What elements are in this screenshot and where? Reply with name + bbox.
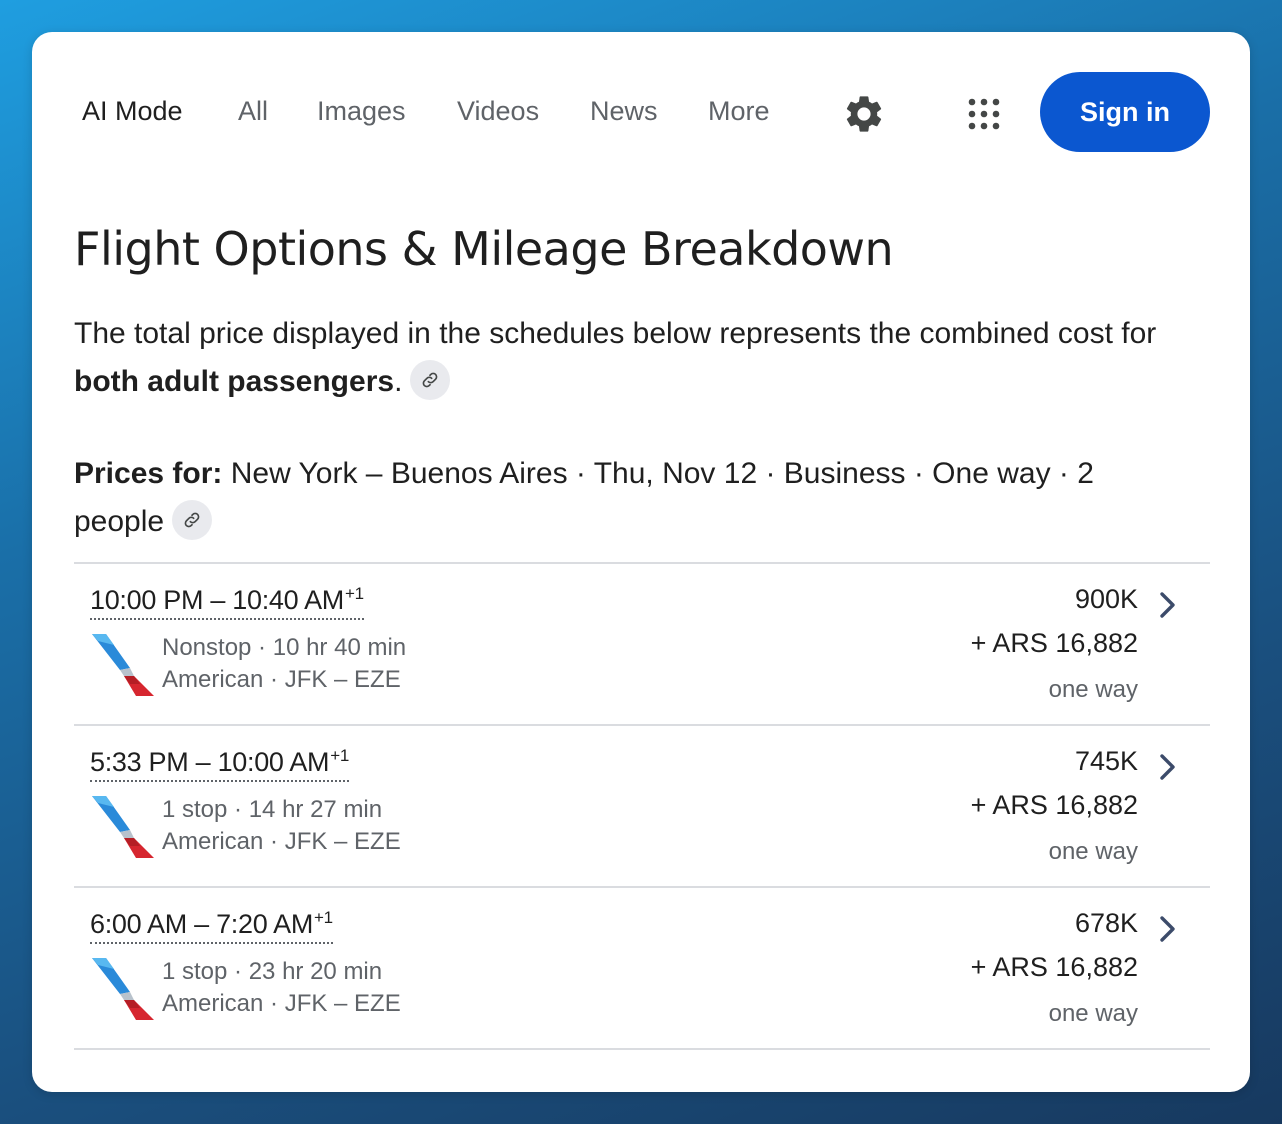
flight-times-text: 5:33 PM – 10:00 AM bbox=[90, 747, 330, 777]
flight-times[interactable]: 5:33 PM – 10:00 AM+1 bbox=[90, 746, 349, 782]
link-icon bbox=[184, 512, 200, 528]
american-airlines-logo bbox=[92, 958, 154, 1020]
flight-row[interactable]: 10:00 PM – 10:40 AM+1 Nonstop · 10 hr 40… bbox=[74, 564, 1210, 724]
page-title: Flight Options & Mileage Breakdown bbox=[74, 222, 894, 276]
trip-type: one way bbox=[1048, 676, 1138, 703]
stops-duration: 1 stop · 23 hr 20 min bbox=[162, 958, 383, 985]
nav-all[interactable]: All bbox=[238, 96, 268, 127]
intro-text-end: . bbox=[394, 365, 403, 398]
airline-route: American · JFK – EZE bbox=[162, 828, 401, 855]
apps-grid-icon[interactable] bbox=[960, 90, 1008, 138]
miles-price: 900K bbox=[1074, 584, 1138, 614]
nav-news[interactable]: News bbox=[590, 96, 658, 127]
source-link-button[interactable] bbox=[410, 360, 451, 401]
nav-videos[interactable]: Videos bbox=[457, 96, 539, 127]
fee-price: + ARS 16,882 bbox=[970, 952, 1138, 982]
trip-type: one way bbox=[1048, 1000, 1138, 1027]
american-airlines-logo bbox=[92, 796, 154, 858]
flight-times-text: 10:00 PM – 10:40 AM bbox=[90, 585, 344, 615]
divider bbox=[74, 1048, 1210, 1050]
flight-list: 10:00 PM – 10:40 AM+1 Nonstop · 10 hr 40… bbox=[74, 562, 1210, 1050]
flight-times[interactable]: 6:00 AM – 7:20 AM+1 bbox=[90, 908, 333, 944]
chevron-right-icon[interactable] bbox=[1156, 914, 1180, 944]
prices-for-value: New York – Buenos Aires · Thu, Nov 12 · … bbox=[74, 457, 1094, 538]
intro-bold: both adult passengers bbox=[74, 365, 395, 398]
flight-times-text: 6:00 AM – 7:20 AM bbox=[90, 909, 314, 939]
day-offset: +1 bbox=[344, 584, 364, 603]
nav-more[interactable]: More bbox=[708, 96, 770, 127]
flight-row[interactable]: 6:00 AM – 7:20 AM+1 1 stop · 23 hr 20 mi… bbox=[74, 888, 1210, 1048]
intro-paragraph: The total price displayed in the schedul… bbox=[74, 310, 1184, 406]
airline-route: American · JFK – EZE bbox=[162, 990, 401, 1017]
stops-duration: 1 stop · 14 hr 27 min bbox=[162, 796, 383, 823]
nav-ai-mode[interactable]: AI Mode bbox=[82, 96, 183, 127]
fee-price: + ARS 16,882 bbox=[970, 628, 1138, 658]
american-airlines-logo bbox=[92, 634, 154, 696]
prices-for-label: Prices for: bbox=[74, 457, 223, 490]
top-nav: AI Mode All Images Videos News More Sign… bbox=[32, 72, 1250, 152]
intro-text: The total price displayed in the schedul… bbox=[74, 317, 1157, 350]
sign-in-button[interactable]: Sign in bbox=[1040, 72, 1210, 152]
flight-row[interactable]: 5:33 PM – 10:00 AM+1 1 stop · 14 hr 27 m… bbox=[74, 726, 1210, 886]
results-card: AI Mode All Images Videos News More Sign… bbox=[32, 32, 1250, 1092]
miles-price: 745K bbox=[1074, 746, 1138, 776]
day-offset: +1 bbox=[330, 746, 350, 765]
day-offset: +1 bbox=[314, 908, 333, 927]
gear-icon[interactable] bbox=[840, 90, 888, 138]
prices-for-line: Prices for: New York – Buenos Aires · Th… bbox=[74, 450, 1184, 546]
link-icon bbox=[423, 372, 438, 388]
flight-times[interactable]: 10:00 PM – 10:40 AM+1 bbox=[90, 584, 364, 620]
miles-price: 678K bbox=[1074, 908, 1138, 938]
chevron-right-icon[interactable] bbox=[1156, 590, 1180, 620]
stops-duration: Nonstop · 10 hr 40 min bbox=[162, 634, 407, 661]
fee-price: + ARS 16,882 bbox=[970, 790, 1138, 820]
airline-route: American · JFK – EZE bbox=[162, 666, 401, 693]
source-link-button[interactable] bbox=[172, 500, 213, 541]
nav-images[interactable]: Images bbox=[317, 96, 406, 127]
trip-type: one way bbox=[1048, 838, 1138, 865]
chevron-right-icon[interactable] bbox=[1156, 752, 1180, 782]
